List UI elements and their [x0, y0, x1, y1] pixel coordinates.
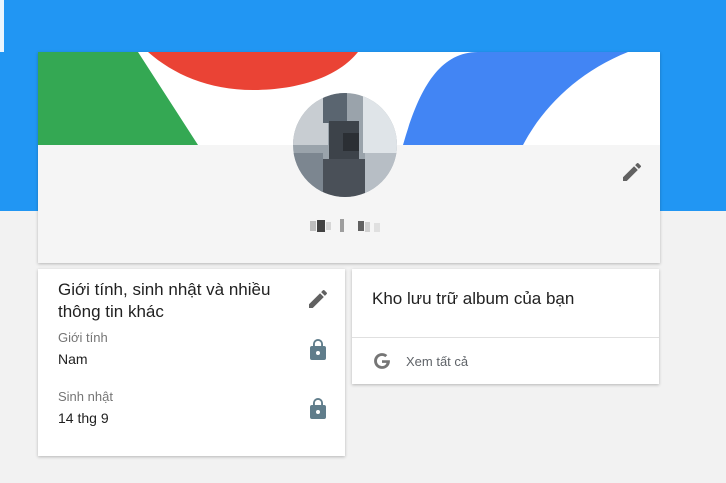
lock-icon: [310, 398, 326, 419]
pencil-icon: [309, 289, 328, 308]
birthday-privacy-button[interactable]: [306, 397, 330, 421]
header-tab-edge[interactable]: [0, 0, 4, 52]
pencil-icon: [623, 162, 642, 181]
birthday-value: 14 thg 9: [58, 410, 109, 426]
view-all-link[interactable]: Xem tất cả: [372, 349, 468, 373]
avatar[interactable]: [293, 93, 397, 197]
divider: [352, 337, 659, 338]
gender-label: Giới tính: [58, 330, 108, 345]
view-all-label: Xem tất cả: [406, 353, 469, 369]
gender-value: Nam: [58, 351, 88, 367]
about-title: Giới tính, sinh nhật và nhiều thông tin …: [58, 280, 271, 321]
gender-privacy-button[interactable]: [306, 338, 330, 362]
lock-icon: [310, 339, 326, 360]
edit-profile-button[interactable]: [620, 160, 644, 184]
album-title: Kho lưu trữ album của bạn: [372, 289, 575, 308]
album-archive-card: Kho lưu trữ album của bạn Xem tất cả: [352, 269, 659, 384]
avatar-image: [293, 93, 397, 197]
birthday-label: Sinh nhật: [58, 389, 113, 404]
profile-name-blurred: [310, 217, 386, 235]
edit-about-button[interactable]: [306, 287, 330, 311]
google-g-icon: [374, 353, 390, 369]
profile-card: [38, 52, 660, 263]
app-header: [0, 0, 726, 52]
about-card: Giới tính, sinh nhật và nhiều thông tin …: [38, 269, 345, 456]
